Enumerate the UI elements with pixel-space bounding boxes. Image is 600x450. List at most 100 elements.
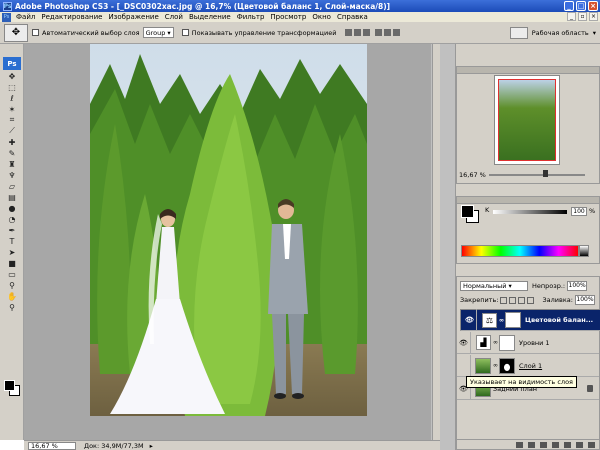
shape-icon[interactable]: ■ <box>5 258 19 268</box>
doc-close-button[interactable]: × <box>589 12 598 21</box>
hand-icon[interactable]: ✋ <box>5 291 19 301</box>
layer-thumbnail[interactable] <box>475 357 491 374</box>
k-value-field[interactable]: 100 <box>571 207 587 216</box>
layers-panel: Нормальный ▾ Непрозр.: 100% Закрепить: З… <box>456 276 600 450</box>
lock-transparency-icon[interactable] <box>500 296 508 304</box>
document-photo[interactable] <box>90 44 367 416</box>
notes-icon[interactable]: ▭ <box>5 269 19 279</box>
align-middle-icon[interactable] <box>354 29 362 36</box>
document-icon[interactable]: Ps <box>2 12 11 22</box>
align-center-icon[interactable] <box>384 29 392 36</box>
add-mask-icon[interactable] <box>540 441 547 448</box>
move-icon[interactable]: ✥ <box>5 71 19 81</box>
workspace-label[interactable]: Рабочая область <box>532 29 589 37</box>
canvas-area[interactable] <box>24 44 440 440</box>
lock-icon <box>587 385 593 392</box>
status-arrow-icon[interactable]: ▸ <box>150 442 153 450</box>
new-layer-icon[interactable] <box>576 441 583 448</box>
eye-icon[interactable]: 👁 <box>463 309 477 331</box>
healing-icon[interactable]: ✚ <box>5 137 19 147</box>
lock-position-icon[interactable] <box>518 296 526 304</box>
fx-icon[interactable] <box>528 441 535 448</box>
color-fg-swatch[interactable] <box>461 205 474 218</box>
color-spectrum[interactable] <box>461 245 579 257</box>
layer-name[interactable]: Уровни 1 <box>519 339 550 347</box>
go-to-bridge-button[interactable] <box>509 27 528 39</box>
adjustment-layer-icon[interactable] <box>552 441 559 448</box>
path-select-icon[interactable]: ➤ <box>5 247 19 257</box>
menu-window[interactable]: Окно <box>309 13 334 21</box>
layers-footer <box>457 439 599 449</box>
slice-icon[interactable]: ⟋ <box>5 126 19 136</box>
menu-filter[interactable]: Фильтр <box>234 13 268 21</box>
lock-pixels-icon[interactable] <box>509 296 517 304</box>
panel-scrollbar[interactable] <box>432 44 440 440</box>
new-group-icon[interactable] <box>564 441 571 448</box>
fill-field[interactable]: 100% <box>574 295 595 305</box>
tool-preset-picker[interactable]: ✥ <box>4 23 28 42</box>
navigator-zoom-knob[interactable] <box>543 170 548 177</box>
dodge-icon[interactable]: ◔ <box>5 214 19 224</box>
history-brush-icon[interactable]: ♆ <box>5 170 19 180</box>
type-icon[interactable]: T <box>5 236 19 246</box>
auto-select-checkbox[interactable] <box>32 29 39 36</box>
eye-icon[interactable]: 👁 <box>457 331 471 354</box>
layer-name[interactable]: Цветовой балан... <box>525 316 593 324</box>
pen-icon[interactable]: ✒ <box>5 225 19 235</box>
layer-mask-thumbnail[interactable] <box>499 334 515 351</box>
tools-panel: Ps ✥ ⬚ ℓ ✶ ⌗ ⟋ ✚ ✎ ♜ ♆ ▱ ▤ ● ◔ ✒ T ➤ ■ ▭… <box>0 44 24 440</box>
menu-view[interactable]: Просмотр <box>267 13 309 21</box>
zoom-icon[interactable]: ⚲ <box>5 302 19 312</box>
menu-image[interactable]: Изображение <box>105 13 161 21</box>
layer-name[interactable]: Слой 1 <box>519 362 542 370</box>
layer-row[interactable]: ∞ Слой 1 <box>457 354 599 377</box>
menu-help[interactable]: Справка <box>334 13 371 21</box>
opacity-field[interactable]: 100% <box>567 281 588 291</box>
brush-icon[interactable]: ✎ <box>5 148 19 158</box>
chevron-down-icon[interactable]: ▾ <box>593 29 596 37</box>
trash-icon[interactable] <box>588 441 595 448</box>
eraser-icon[interactable]: ▱ <box>5 181 19 191</box>
window-title: Adobe Photoshop CS3 - [_DSC0302хас.jpg @… <box>15 1 391 11</box>
menu-bar: Ps Файл Редактирование Изображение Слой … <box>0 12 600 22</box>
show-transform-checkbox[interactable] <box>181 29 189 36</box>
align-right-icon[interactable] <box>393 29 401 36</box>
menu-edit[interactable]: Редактирование <box>38 13 105 21</box>
minimize-button[interactable]: _ <box>564 1 574 11</box>
close-button[interactable]: × <box>588 1 598 11</box>
layer-row[interactable]: 👁 ▟ ∞ Уровни 1 <box>457 331 599 354</box>
status-zoom-field[interactable]: 16,67 % <box>28 441 76 450</box>
align-top-icon[interactable] <box>345 29 353 36</box>
eyedropper-icon[interactable]: ⚲ <box>5 280 19 290</box>
doc-minimize-button[interactable]: _ <box>567 12 576 21</box>
crop-icon[interactable]: ⌗ <box>5 115 19 125</box>
lock-all-icon[interactable] <box>527 296 535 304</box>
auto-select-label: Автоматический выбор слоя <box>42 28 140 37</box>
layer-mask-thumbnail[interactable] <box>499 357 515 374</box>
k-slider[interactable] <box>493 210 567 214</box>
link-layers-icon[interactable] <box>516 441 523 448</box>
stamp-icon[interactable]: ♜ <box>5 159 19 169</box>
align-left-icon[interactable] <box>375 29 383 36</box>
doc-restore-button[interactable]: ▫ <box>578 12 587 21</box>
layer-mask-thumbnail[interactable] <box>505 312 521 328</box>
navigator-zoom-value[interactable]: 16,67 % <box>459 171 486 179</box>
navigator-zoom-slider[interactable] <box>489 174 585 176</box>
blend-mode-select[interactable]: Нормальный ▾ <box>460 281 528 291</box>
navigator-thumbnail[interactable] <box>494 75 560 165</box>
eye-icon[interactable] <box>457 354 471 377</box>
menu-file[interactable]: Файл <box>13 13 38 21</box>
blur-icon[interactable]: ● <box>5 203 19 213</box>
foreground-color-swatch[interactable] <box>4 380 15 391</box>
auto-select-dropdown[interactable]: Group ▾ <box>142 27 174 38</box>
marquee-icon[interactable]: ⬚ <box>5 82 19 92</box>
magic-wand-icon[interactable]: ✶ <box>5 104 19 114</box>
layer-row[interactable]: 👁 ⚖ ∞ Цветовой балан... <box>460 309 600 331</box>
gradient-icon[interactable]: ▤ <box>5 192 19 202</box>
maximize-button[interactable]: □ <box>576 1 586 11</box>
gray-ramp[interactable] <box>579 245 589 257</box>
menu-select[interactable]: Выделение <box>186 13 234 21</box>
lasso-icon[interactable]: ℓ <box>5 93 19 103</box>
menu-layer[interactable]: Слой <box>162 13 186 21</box>
align-bottom-icon[interactable] <box>363 29 371 36</box>
